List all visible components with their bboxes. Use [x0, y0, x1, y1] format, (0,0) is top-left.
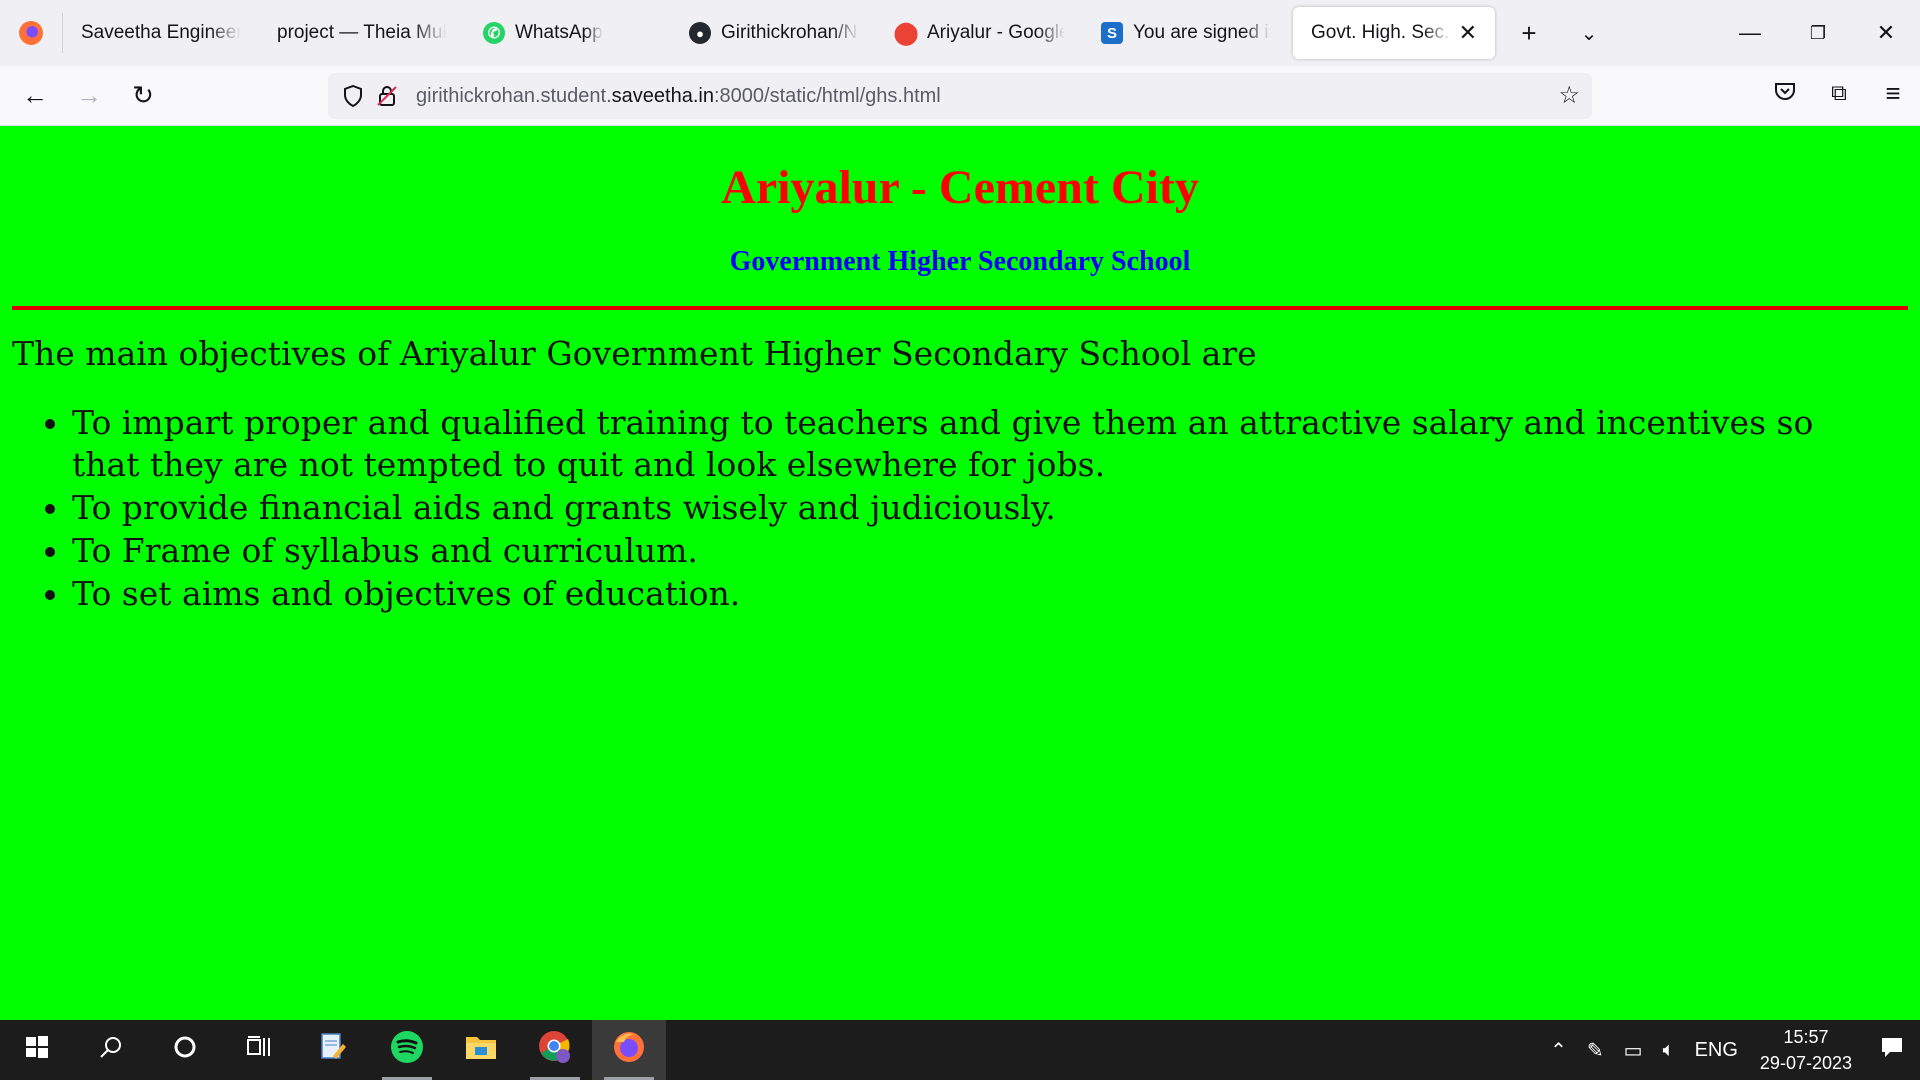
new-tab-button[interactable]: +: [1499, 0, 1559, 66]
spotify-icon: [390, 1030, 424, 1071]
tab-google-maps[interactable]: ⬤ Ariyalur - Google M: [877, 7, 1083, 59]
chevron-down-icon: ⌄: [1580, 22, 1598, 45]
app-menu-button[interactable]: ≡: [1866, 66, 1920, 120]
tab-title: Saveetha Engineering: [81, 22, 241, 43]
search-button[interactable]: [74, 1020, 148, 1080]
github-icon: ●: [689, 22, 711, 44]
taskbar: ⌃ ✎ ▭ 🔈︎ ENG 15:57 29-07-2023: [0, 1020, 1920, 1080]
action-center-icon: [1880, 1036, 1904, 1065]
tab-title: Govt. High. Sec. Sch: [1311, 22, 1451, 43]
tab-title: project — Theia Multi-: [277, 22, 447, 43]
url-domain: saveetha.in: [611, 84, 714, 107]
back-button[interactable]: ←: [8, 69, 62, 123]
folder-icon: [465, 1033, 497, 1068]
forward-button[interactable]: →: [62, 69, 116, 123]
address-bar[interactable]: girithickrohan.student.saveetha.in:8000/…: [328, 73, 1592, 119]
page-title: Ariyalur - Cement City: [721, 161, 1199, 214]
minimize-button[interactable]: —: [1716, 0, 1784, 66]
objectives-list: To impart proper and qualified training …: [72, 402, 1872, 616]
tab-strip: Saveetha Engineering project — Theia Mul…: [0, 0, 1920, 66]
extensions-button[interactable]: ⧉: [1812, 66, 1866, 120]
windows-icon: [25, 1035, 49, 1066]
list-item: To impart proper and qualified training …: [72, 402, 1872, 486]
notepad-icon: [319, 1032, 347, 1069]
whatsapp-icon: ✆: [483, 22, 505, 44]
firefox-icon: [19, 21, 43, 45]
chrome-icon: [537, 1029, 573, 1072]
tab-title: WhatsApp: [515, 22, 603, 43]
arrow-left-icon: ←: [22, 80, 48, 110]
task-view-button[interactable]: [222, 1020, 296, 1080]
tab-saveetha[interactable]: Saveetha Engineering: [63, 7, 259, 59]
cortana-icon: [173, 1035, 197, 1066]
web-page: Ariyalur - Cement City Government Higher…: [0, 126, 1920, 1020]
list-item: To provide financial aids and grants wis…: [72, 487, 1872, 529]
list-item: To set aims and objectives of education.: [72, 573, 1872, 615]
puzzle-icon: ⧉: [1831, 80, 1847, 105]
spotify-app[interactable]: [370, 1020, 444, 1080]
restore-button[interactable]: ❐: [1784, 0, 1852, 66]
page-subtitle: Government Higher Secondary School: [729, 246, 1191, 277]
notepad-app[interactable]: [296, 1020, 370, 1080]
window-controls: — ❐ ✕: [1716, 0, 1920, 66]
tab-github[interactable]: ● Girithickrohan/Ne: [671, 7, 877, 59]
navigation-toolbar: ← → ↻ girithickrohan.student.saveetha.in…: [0, 66, 1920, 126]
pen-icon[interactable]: ✎: [1577, 1038, 1614, 1063]
intro-paragraph: The main objectives of Ariyalur Governme…: [12, 334, 1257, 373]
firefox-app[interactable]: [592, 1020, 666, 1080]
url-text[interactable]: girithickrohan.student.saveetha.in:8000/…: [416, 85, 941, 108]
tab-whatsapp[interactable]: ✆ WhatsApp: [465, 7, 671, 59]
reload-button[interactable]: ↻: [116, 69, 170, 123]
s-icon: S: [1101, 22, 1123, 44]
toolbar-right: ⧉ ≡: [1758, 66, 1920, 126]
task-view-icon: [246, 1035, 272, 1066]
close-tab-icon[interactable]: ✕: [1459, 20, 1477, 46]
hamburger-menu-icon: ≡: [1885, 77, 1901, 108]
clock-time: 15:57: [1783, 1027, 1829, 1047]
horizontal-rule: [12, 306, 1908, 310]
tab-theia[interactable]: project — Theia Multi-: [259, 7, 465, 59]
chrome-app[interactable]: [518, 1020, 592, 1080]
file-explorer-app[interactable]: [444, 1020, 518, 1080]
restore-icon: ❐: [1809, 22, 1827, 43]
close-icon: ✕: [1876, 20, 1896, 45]
clock[interactable]: 15:57 29-07-2023: [1748, 1024, 1864, 1076]
url-suffix: :8000/static/html/ghs.html: [713, 84, 941, 107]
reload-icon: ↻: [132, 80, 154, 110]
firefox-icon: [612, 1030, 646, 1071]
maps-pin-icon: ⬤: [893, 20, 919, 45]
list-all-tabs-button[interactable]: ⌄: [1559, 0, 1619, 66]
url-prefix: girithickrohan.student.: [416, 84, 612, 107]
list-item: To Frame of syllabus and curriculum.: [72, 530, 1872, 572]
tab-signed-in[interactable]: S You are signed in a: [1083, 7, 1289, 59]
tracking-protection-shield-icon[interactable]: [336, 79, 370, 113]
tab-title: Girithickrohan/Ne: [721, 22, 859, 43]
pocket-icon: [1774, 78, 1796, 109]
pocket-button[interactable]: [1758, 66, 1812, 120]
battery-icon[interactable]: ▭: [1614, 1038, 1653, 1063]
plus-icon: +: [1521, 17, 1537, 48]
arrow-right-icon: →: [76, 80, 102, 110]
chevron-up-icon[interactable]: ⌃: [1540, 1038, 1577, 1063]
search-icon: [99, 1035, 123, 1066]
cortana-button[interactable]: [148, 1020, 222, 1080]
start-button[interactable]: [0, 1020, 74, 1080]
tab-govt-school[interactable]: Govt. High. Sec. Sch ✕: [1293, 7, 1495, 59]
tab-title: Ariyalur - Google M: [927, 22, 1065, 43]
minimize-icon: —: [1739, 20, 1761, 45]
clock-date: 29-07-2023: [1759, 1053, 1852, 1073]
tab-title: You are signed in a: [1133, 22, 1271, 43]
firefox-view-button[interactable]: [0, 0, 62, 66]
language-indicator[interactable]: ENG: [1685, 1039, 1748, 1062]
notifications-button[interactable]: [1864, 1020, 1920, 1080]
volume-icon[interactable]: 🔈︎: [1653, 1039, 1685, 1062]
bookmark-star-icon[interactable]: ☆: [1558, 81, 1580, 110]
close-window-button[interactable]: ✕: [1852, 0, 1920, 66]
insecure-lock-icon[interactable]: [370, 79, 404, 113]
system-tray: ⌃ ✎ ▭ 🔈︎ ENG 15:57 29-07-2023: [1540, 1020, 1920, 1080]
